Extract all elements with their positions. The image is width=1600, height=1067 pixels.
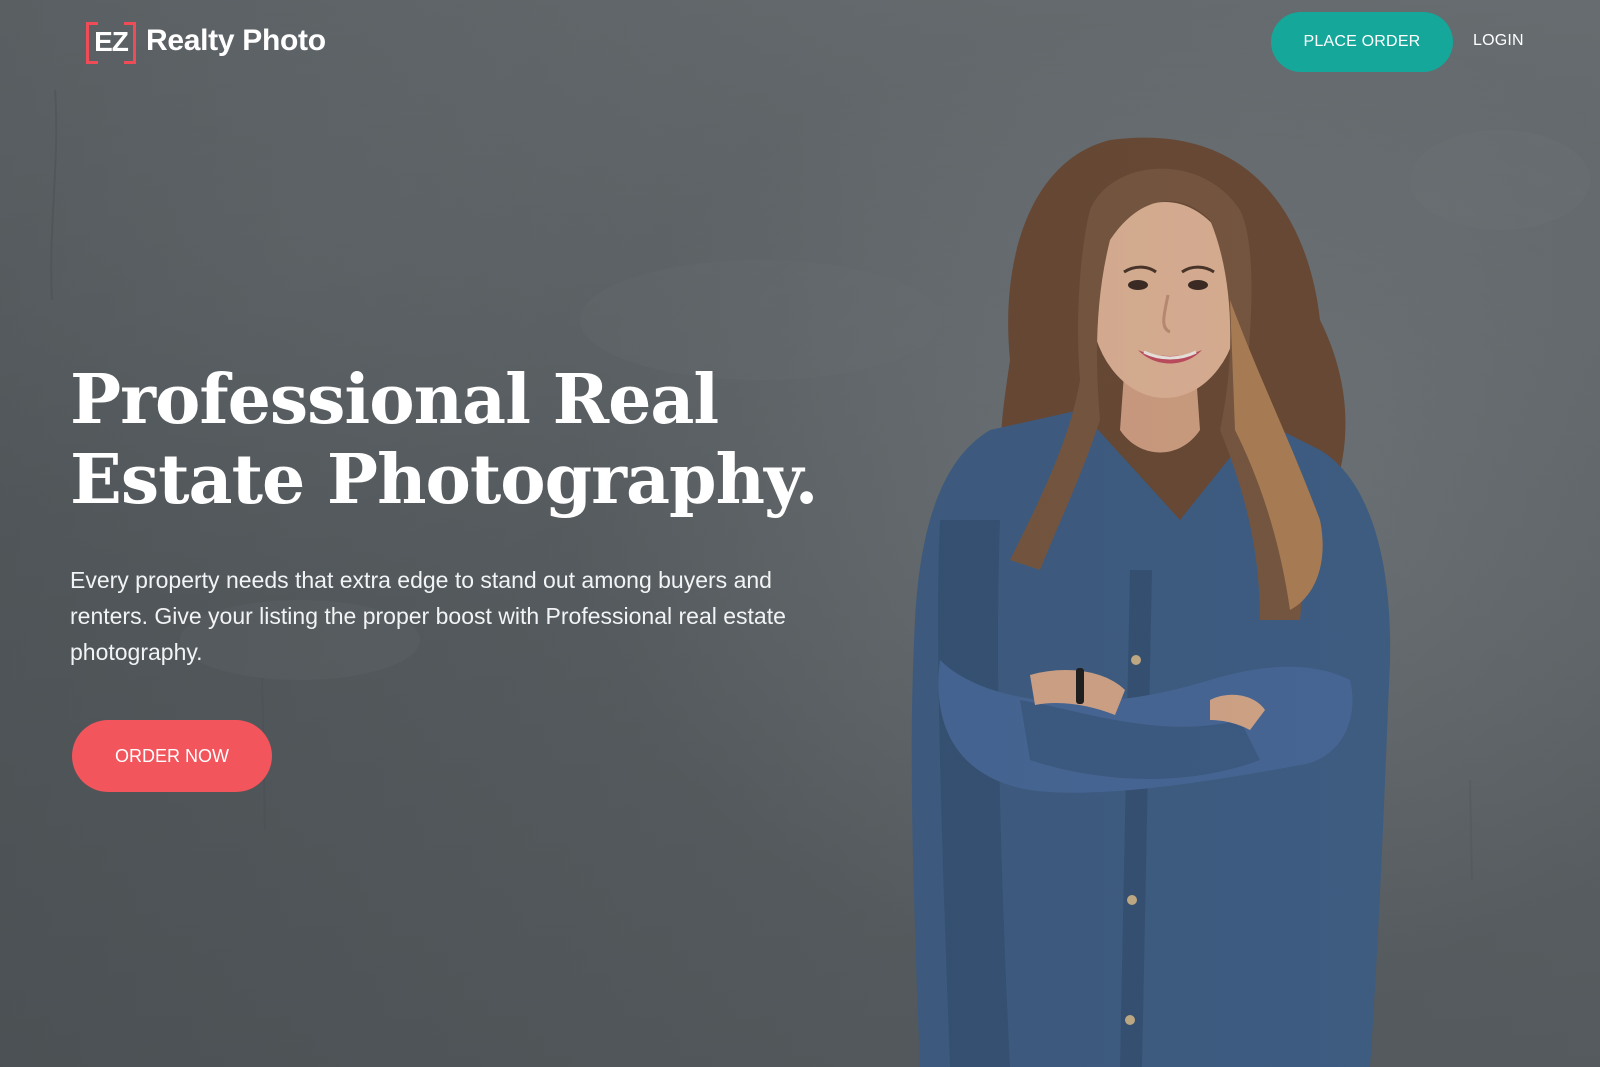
- hero-background: [0, 0, 1600, 1067]
- logo-mark-text: EZ: [94, 26, 129, 57]
- hero-headline: Professional Real Estate Photography.: [70, 360, 818, 520]
- place-order-button[interactable]: PLACE ORDER: [1271, 12, 1453, 72]
- login-link[interactable]: LOGIN: [1473, 32, 1524, 50]
- site-logo[interactable]: EZ Realty Photo: [86, 22, 326, 64]
- hero-subcopy: Every property needs that extra edge to …: [70, 567, 786, 665]
- logo-name: Realty Photo: [146, 24, 326, 57]
- logo-mark-icon: EZ: [86, 22, 136, 64]
- dark-overlay: [0, 0, 1600, 1067]
- logo-bracket-right: [124, 22, 136, 64]
- order-now-button[interactable]: ORDER NOW: [72, 720, 272, 792]
